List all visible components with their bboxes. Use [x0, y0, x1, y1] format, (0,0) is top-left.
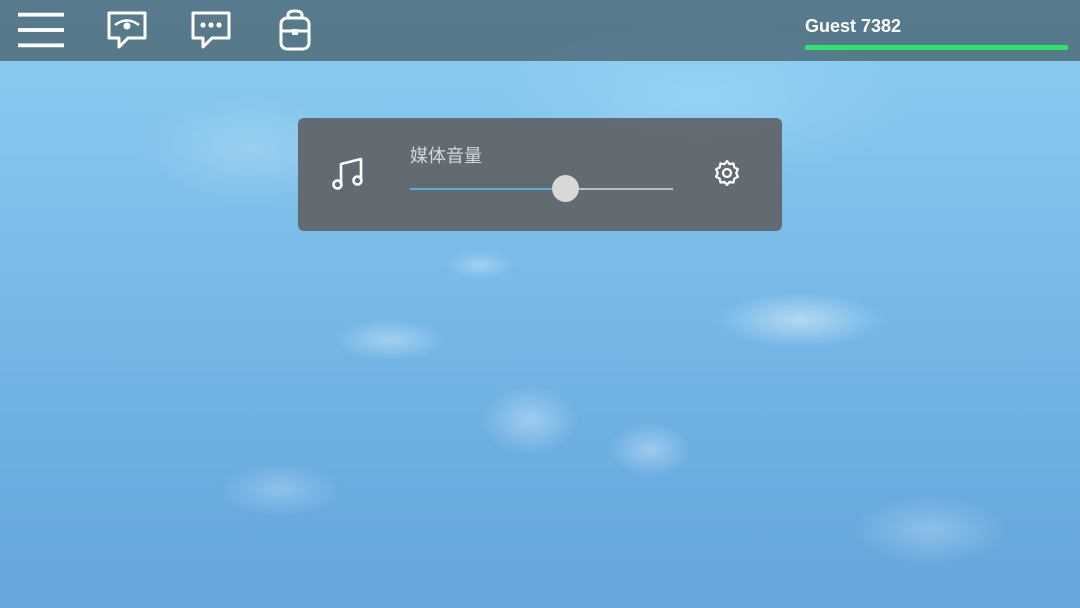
chat-bubble-eye-icon[interactable]	[104, 7, 150, 53]
health-bar	[805, 45, 1068, 50]
media-volume-panel: 媒体音量	[298, 118, 782, 231]
sky-background	[0, 0, 1080, 608]
health-bar-fill	[805, 45, 1068, 50]
gear-icon[interactable]	[712, 158, 742, 188]
volume-slider-fill	[410, 188, 566, 190]
chat-bubble-ellipsis-icon[interactable]	[188, 7, 234, 53]
volume-slider-track[interactable]	[410, 175, 673, 202]
top-bar: Guest 7382	[0, 0, 1080, 61]
backpack-icon[interactable]	[272, 7, 318, 53]
volume-slider-knob[interactable]	[552, 175, 580, 202]
music-note-icon	[332, 157, 363, 190]
menu-icon[interactable]	[18, 7, 64, 53]
media-volume-label: 媒体音量	[410, 146, 482, 166]
player-name: Guest 7382	[805, 16, 902, 36]
